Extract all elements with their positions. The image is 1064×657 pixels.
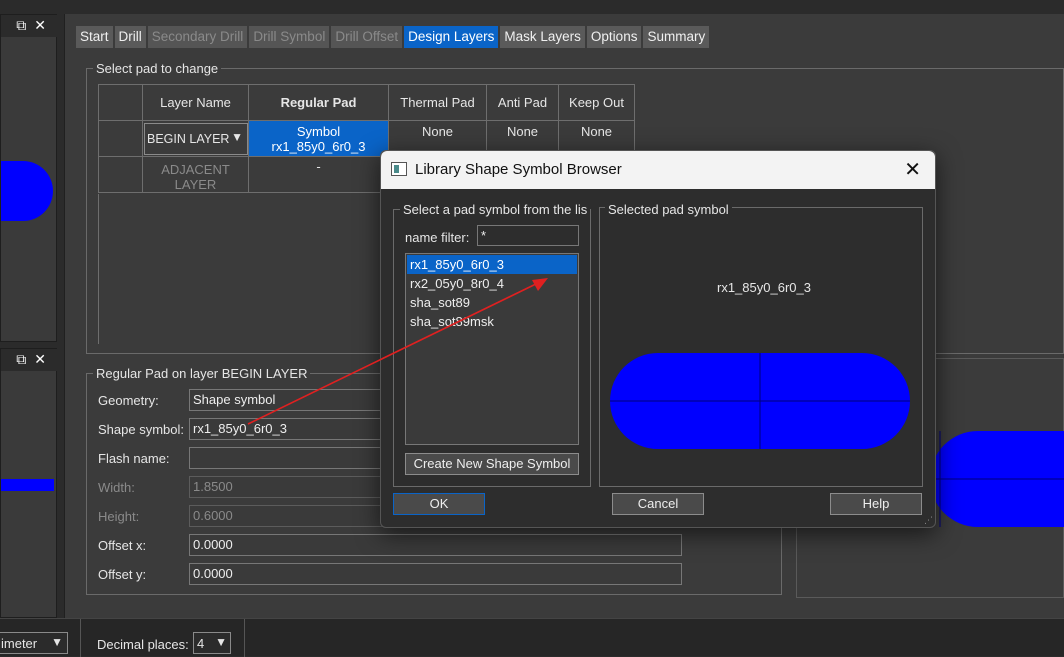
offset-y-label: Offset y: [98,567,147,582]
decimal-places-value: 4 [197,636,205,651]
layer-name-cell[interactable]: ADJACENT LAYER [142,156,249,193]
list-item[interactable]: sha_sot89 [407,293,577,312]
list-item[interactable]: rx2_05y0_8r0_4 [407,274,577,293]
flash-name-field[interactable] [189,447,389,469]
ok-button[interactable]: OK [393,493,485,515]
dock-header: ⧉✕ [1,349,58,371]
units-dropdown[interactable]: imeter ▼ [0,632,68,654]
divider [244,619,245,657]
col-header-anti-pad: Anti Pad [486,84,559,121]
left-dock-bottom: ⧉✕ [0,348,58,618]
cancel-button[interactable]: Cancel [612,493,704,515]
regular-pad-cell[interactable]: Symbol rx1_85y0_6r0_3 [248,120,389,157]
row-header[interactable] [98,120,143,157]
library-shape-symbol-dialog: Library Shape Symbol Browser ✕ Select a … [380,150,936,528]
col-header-layer-name: Layer Name [142,84,249,121]
width-field: 1.8500 [189,476,389,498]
name-filter-input[interactable]: * [477,225,579,246]
offset-y-field[interactable]: 0.0000 [189,563,682,585]
offset-x-label: Offset x: [98,538,147,553]
dialog-title: Library Shape Symbol Browser [415,161,622,178]
tab-secondary-drill: Secondary Drill [147,26,248,48]
list-item[interactable]: sha_sot89msk [407,312,577,331]
shape-symbol-label: Shape symbol: [98,422,184,437]
tab-options[interactable]: Options [586,26,642,48]
dialog-titlebar[interactable]: Library Shape Symbol Browser ✕ [381,151,935,189]
pad-preview-shape [930,431,1064,527]
shape-symbol-field[interactable]: rx1_85y0_6r0_3 [189,418,389,440]
name-filter-label: name filter: [405,230,470,245]
regular-pad-legend: Regular Pad on layer BEGIN LAYER [93,366,311,381]
col-header-regular-pad: Regular Pad [248,84,389,121]
table-corner [98,84,143,121]
tab-start[interactable]: Start [76,26,113,48]
height-field: 0.6000 [189,505,389,527]
list-item[interactable]: rx1_85y0_6r0_3 [407,255,577,274]
chevron-down-icon: ▼ [231,130,243,144]
chevron-down-icon: ▼ [215,635,227,649]
dock-header: ⧉✕ [1,15,58,37]
decimal-places-label: Decimal places: [97,637,189,652]
selected-symbol-name: rx1_85y0_6r0_3 [717,280,811,295]
close-icon[interactable]: ✕ [904,157,921,182]
symbol-list-legend: Select a pad symbol from the lis [400,202,591,217]
pad-preview-fragment [1,161,53,221]
col-header-keep-out: Keep Out [558,84,635,121]
decimal-places-dropdown[interactable]: 4 ▼ [193,632,231,654]
geometry-label: Geometry: [98,393,159,408]
tab-mask-layers[interactable]: Mask Layers [500,26,585,48]
create-new-shape-symbol-button[interactable]: Create New Shape Symbol [405,453,579,475]
flash-name-label: Flash name: [98,451,170,466]
tab-summary[interactable]: Summary [643,26,710,48]
tab-drill[interactable]: Drill [114,26,146,48]
units-dropdown-value: imeter [1,636,38,651]
layer-dropdown-value: BEGIN LAYER [147,132,230,146]
selected-symbol-preview [610,353,910,449]
status-bar: imeter ▼ Decimal places: 4 ▼ [0,618,1064,657]
tab-bar: Start Drill Secondary Drill Drill Symbol Dri… [76,26,710,48]
resize-grip-icon[interactable]: ⋰ [924,515,933,526]
width-label: Width: [98,480,135,495]
regular-pad-cell[interactable]: - [248,156,389,193]
layer-dropdown[interactable]: BEGIN LAYER ▼ [144,123,248,155]
left-dock-top: ⧉✕ [0,14,58,342]
selected-pad-symbol-legend: Selected pad symbol [605,202,732,217]
select-pad-legend: Select pad to change [93,61,222,76]
tab-drill-offset: Drill Offset [331,26,403,48]
dock-float-close-icons[interactable]: ⧉✕ [16,351,54,368]
row-header[interactable] [98,156,143,193]
pad-preview-fragment [1,479,54,491]
col-header-thermal-pad: Thermal Pad [388,84,487,121]
divider [80,619,81,657]
geometry-dropdown[interactable]: Shape symbol [189,389,389,411]
dock-float-close-icons[interactable]: ⧉✕ [16,17,54,34]
symbol-list[interactable]: rx1_85y0_6r0_3 rx2_05y0_8r0_4 sha_sot89 sha… [405,253,579,445]
chevron-down-icon: ▼ [51,635,63,649]
help-button[interactable]: Help [830,493,922,515]
offset-x-field[interactable]: 0.0000 [189,534,682,556]
tab-drill-symbol: Drill Symbol [249,26,330,48]
layer-name-cell[interactable]: BEGIN LAYER ▼ [142,120,249,157]
tab-design-layers[interactable]: Design Layers [404,26,499,48]
height-label: Height: [98,509,140,524]
window-app-icon [391,162,407,176]
